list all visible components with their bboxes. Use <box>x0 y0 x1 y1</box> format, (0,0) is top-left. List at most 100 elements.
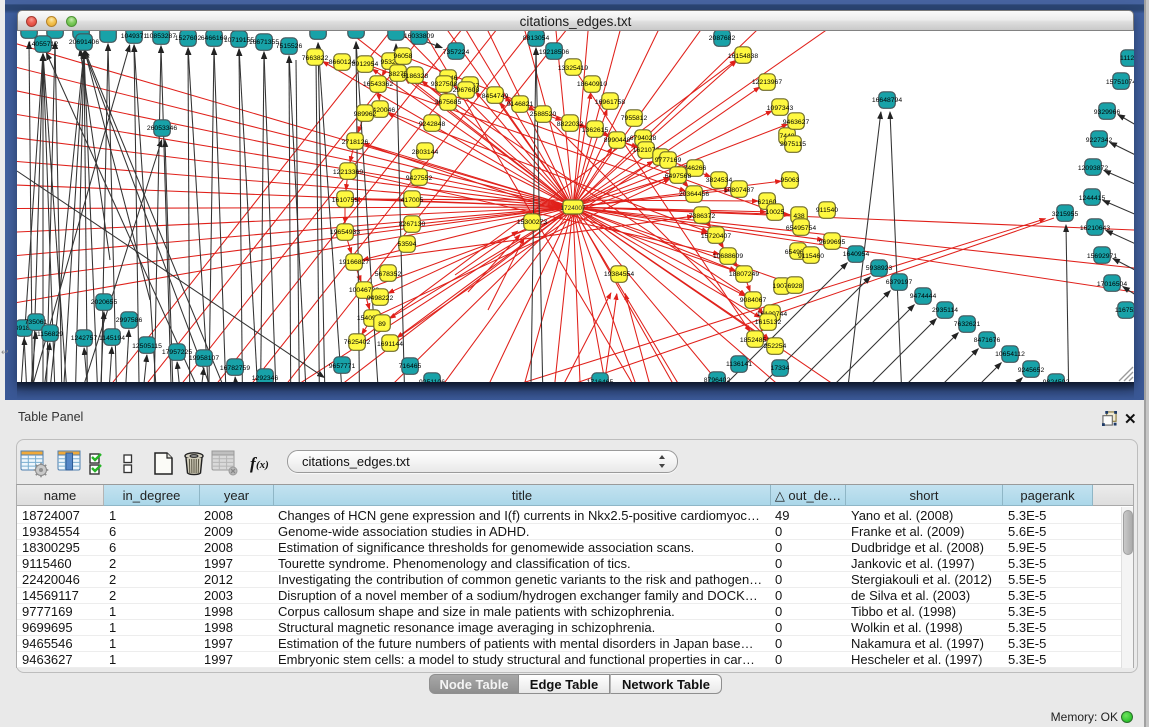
svg-text:10654112: 10654112 <box>995 351 1025 358</box>
svg-text:2020655: 2020655 <box>91 299 118 306</box>
svg-text:10807487: 10807487 <box>724 187 754 194</box>
svg-text:1049371: 1049371 <box>121 33 148 40</box>
svg-text:417005: 417005 <box>401 197 424 204</box>
svg-text:989962: 989962 <box>354 111 377 118</box>
svg-text:1691144: 1691144 <box>377 341 403 348</box>
svg-text:2087682: 2087682 <box>709 35 736 42</box>
svg-text:53594: 53594 <box>398 241 417 248</box>
svg-text:(x): (x) <box>256 459 269 471</box>
svg-text:1716465: 1716465 <box>587 379 614 382</box>
svg-text:6794028: 6794028 <box>630 135 657 142</box>
svg-text:9227342: 9227342 <box>1086 137 1113 144</box>
svg-text:8912954: 8912954 <box>352 61 379 68</box>
svg-text:10688609: 10688609 <box>713 253 743 260</box>
svg-text:16671355: 16671355 <box>249 39 279 46</box>
svg-text:9329966: 9329966 <box>1094 109 1121 116</box>
svg-text:9657771: 9657771 <box>329 363 356 370</box>
svg-text:15720407: 15720407 <box>701 233 731 240</box>
svg-text:2718126: 2718126 <box>342 139 369 146</box>
svg-text:8796402: 8796402 <box>704 377 731 382</box>
svg-text:1156829: 1156829 <box>37 331 63 338</box>
svg-text:17334: 17334 <box>771 365 790 372</box>
svg-text:911540: 911540 <box>816 207 838 214</box>
svg-text:20691406: 20691406 <box>69 39 99 46</box>
svg-text:2803144: 2803144 <box>412 149 439 156</box>
svg-text:9824502: 9824502 <box>1043 379 1070 382</box>
svg-text:6497568: 6497568 <box>665 173 692 180</box>
svg-text:15692971: 15692971 <box>1087 253 1117 260</box>
svg-text:16210643: 16210643 <box>1080 225 1110 232</box>
svg-text:17016504: 17016504 <box>1097 281 1127 288</box>
svg-text:3215955: 3215955 <box>1052 211 1079 218</box>
svg-text:9498222: 9498222 <box>367 295 394 302</box>
svg-text:14055712: 14055712 <box>28 41 58 48</box>
svg-text:9245652: 9245652 <box>1018 367 1045 374</box>
svg-text:12505115: 12505115 <box>132 343 162 350</box>
svg-text:12213967: 12213967 <box>752 79 782 86</box>
svg-text:2975115: 2975115 <box>780 141 806 148</box>
svg-text:7386372: 7386372 <box>689 213 716 220</box>
svg-text:1527602: 1527602 <box>175 35 202 42</box>
svg-text:8267130: 8267130 <box>399 221 426 228</box>
svg-text:7632621: 7632621 <box>954 321 981 328</box>
svg-text:6928: 6928 <box>787 283 802 290</box>
svg-text:7357224: 7357224 <box>443 49 470 56</box>
svg-text:1292346: 1292346 <box>252 375 279 382</box>
svg-text:10025: 10025 <box>766 209 785 216</box>
svg-text:9146821: 9146821 <box>507 101 534 108</box>
svg-text:19166827: 19166827 <box>339 259 369 266</box>
svg-text:9084067: 9084067 <box>740 297 767 304</box>
svg-text:1724007: 1724007 <box>560 205 586 212</box>
svg-text:16961758: 16961758 <box>595 99 625 106</box>
svg-text:1145194: 1145194 <box>99 335 125 342</box>
svg-text:8813054: 8813054 <box>523 35 550 42</box>
svg-text:9463627: 9463627 <box>783 119 810 126</box>
svg-text:89: 89 <box>378 321 386 328</box>
svg-text:16648794: 16648794 <box>872 97 902 104</box>
svg-text:20364456: 20364456 <box>679 191 709 198</box>
svg-text:8186328: 8186328 <box>402 73 429 80</box>
svg-text:7955812: 7955812 <box>621 115 648 122</box>
svg-text:5938923: 5938923 <box>866 265 893 272</box>
svg-text:2588520: 2588520 <box>530 111 557 118</box>
svg-text:13325419: 13325419 <box>558 65 588 72</box>
svg-text:7515526: 7515526 <box>276 43 303 50</box>
svg-text:8822032: 8822032 <box>557 121 584 128</box>
svg-text:15751074: 15751074 <box>1106 79 1134 86</box>
svg-text:7625402: 7625402 <box>344 339 371 346</box>
svg-text:9427552: 9427552 <box>406 175 433 182</box>
svg-text:6379197: 6379197 <box>886 279 913 286</box>
svg-text:1640954: 1640954 <box>843 251 870 258</box>
svg-text:746266: 746266 <box>684 165 707 172</box>
svg-text:11121: 11121 <box>1120 55 1134 62</box>
svg-text:8471676: 8471676 <box>974 337 1001 344</box>
svg-text:65495754: 65495754 <box>786 225 816 232</box>
svg-text:15300273: 15300273 <box>517 219 547 226</box>
svg-text:16154838: 16154838 <box>728 53 758 60</box>
svg-text:9699695: 9699695 <box>819 239 846 246</box>
svg-text:18640910: 18640910 <box>577 81 607 88</box>
svg-text:16543362: 16543362 <box>363 81 393 88</box>
svg-text:5678352: 5678352 <box>375 271 402 278</box>
svg-text:19384554: 19384554 <box>604 271 634 278</box>
svg-text:18807249: 18807249 <box>729 271 759 278</box>
svg-text:716465: 716465 <box>399 363 422 370</box>
svg-text:3675685: 3675685 <box>435 99 462 106</box>
svg-text:3824534: 3824534 <box>706 177 733 184</box>
svg-text:96058: 96058 <box>394 53 413 60</box>
svg-text:19218506: 19218506 <box>539 49 569 56</box>
svg-text:2997586: 2997586 <box>116 317 143 324</box>
svg-text:1362615: 1362615 <box>582 127 609 134</box>
svg-text:9474444: 9474444 <box>910 293 937 300</box>
svg-text:1136141: 1136141 <box>726 361 752 368</box>
svg-text:19654933: 19654933 <box>330 229 360 236</box>
svg-text:16782759: 16782759 <box>220 365 250 372</box>
svg-text:12213369: 12213369 <box>333 169 363 176</box>
svg-text:9777169: 9777169 <box>655 157 682 164</box>
svg-text:26053346: 26053346 <box>147 125 177 132</box>
svg-text:1610755: 1610755 <box>332 197 359 204</box>
svg-text:1097343: 1097343 <box>767 105 794 112</box>
svg-text:7663822: 7663822 <box>302 55 329 62</box>
svg-text:19958107: 19958107 <box>189 355 219 362</box>
svg-text:1244415: 1244415 <box>1079 195 1106 202</box>
